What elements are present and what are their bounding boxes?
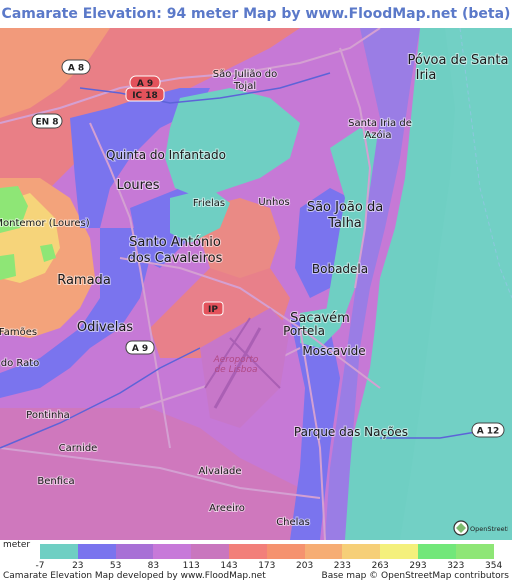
label-pontinha: Pontinha bbox=[26, 410, 70, 421]
svg-text:IC 18: IC 18 bbox=[132, 91, 158, 101]
label-sao-juliao-1: São Julião do bbox=[213, 69, 278, 80]
legend-swatch bbox=[191, 544, 229, 559]
label-povoa-2: Iria bbox=[416, 68, 437, 83]
label-chelas: Chelas bbox=[276, 517, 310, 528]
label-benfica: Benfica bbox=[37, 476, 74, 487]
label-ramada: Ramada bbox=[57, 273, 111, 288]
label-parque: Parque das Nações bbox=[294, 425, 408, 439]
label-sao-juliao-2: Tojal bbox=[233, 81, 256, 92]
openstreetmap-logo[interactable]: OpenStreetMap bbox=[452, 519, 508, 537]
label-bobadela: Bobadela bbox=[312, 262, 368, 276]
legend-unit: meter bbox=[3, 540, 31, 550]
legend-tick-label: 53 bbox=[109, 561, 122, 571]
legend-swatch bbox=[153, 544, 192, 559]
label-unhos: Unhos bbox=[258, 197, 289, 208]
map-title: Camarate Elevation: 94 meter Map by www.… bbox=[0, 0, 512, 28]
legend-tick-label: 233 bbox=[333, 561, 351, 571]
label-areeiro: Areeiro bbox=[209, 503, 245, 514]
label-airport-2: de Lisboa bbox=[214, 365, 257, 375]
terrain-green-2 bbox=[0, 254, 16, 280]
label-odivelas: Odivelas bbox=[77, 320, 133, 335]
legend-tick-label: 293 bbox=[409, 561, 427, 571]
shield-a9: A 9 bbox=[129, 75, 161, 90]
legend-tick-label: 23 bbox=[72, 561, 84, 571]
legend-credit-right: Base map © OpenStreetMap contributors bbox=[321, 571, 509, 581]
label-moscavide: Moscavide bbox=[302, 344, 365, 358]
map-canvas: A 8 A 9 IC 18 EN 8 IP A 9 A 12 Póvoa de … bbox=[0, 28, 512, 540]
label-carnide: Carnide bbox=[59, 443, 98, 454]
shield-a9-south: A 9 bbox=[125, 340, 155, 355]
legend-swatch bbox=[40, 544, 78, 559]
label-alvalade: Alvalade bbox=[198, 466, 241, 477]
label-sao-joao-1: São João da bbox=[307, 200, 383, 215]
legend-swatch bbox=[380, 544, 418, 559]
shield-a12: A 12 bbox=[471, 422, 505, 438]
svg-text:IP: IP bbox=[208, 305, 218, 315]
label-quinta: Quinta do Infantado bbox=[106, 148, 226, 162]
legend-swatch bbox=[304, 544, 343, 559]
shield-en8: EN 8 bbox=[31, 113, 63, 129]
legend-swatch bbox=[342, 544, 381, 559]
label-airport-1: Aeroporto bbox=[213, 355, 259, 365]
legend-swatch bbox=[417, 544, 456, 559]
legend-tick-label: -7 bbox=[35, 561, 45, 571]
legend-color-bar bbox=[40, 544, 494, 559]
osm-logo-text: OpenStreetMap bbox=[470, 525, 508, 533]
label-santa-iria-1: Santa Iria de bbox=[348, 118, 412, 129]
legend-tick-label: 143 bbox=[220, 561, 238, 571]
label-portela: Portela bbox=[283, 324, 325, 338]
legend-tick-label: 203 bbox=[296, 561, 314, 571]
label-povoa-1: Póvoa de Santa bbox=[408, 53, 509, 68]
legend-tick-label: 263 bbox=[371, 561, 389, 571]
legend-tick-label: 323 bbox=[447, 561, 465, 571]
legend-tick-label: 354 bbox=[485, 561, 503, 571]
label-do-rato: do Rato bbox=[1, 358, 40, 369]
svg-text:A 9: A 9 bbox=[132, 344, 148, 354]
label-frielas: Frielas bbox=[193, 198, 225, 209]
shield-ic18: IC 18 bbox=[125, 87, 165, 102]
label-santo-antonio-1: Santo António bbox=[129, 235, 221, 250]
legend-tick-label: 173 bbox=[258, 561, 276, 571]
shield-ip: IP bbox=[202, 301, 224, 316]
elevation-legend: meter -7 23 53 83 113 143 173 203 233 263 293 323 35… bbox=[0, 540, 512, 582]
svg-text:EN 8: EN 8 bbox=[35, 118, 58, 128]
legend-swatch bbox=[77, 544, 116, 559]
svg-text:A 8: A 8 bbox=[68, 64, 84, 74]
legend-swatch bbox=[266, 544, 305, 559]
label-santa-iria-2: Azóia bbox=[364, 129, 391, 141]
label-sao-joao-2: Talha bbox=[327, 216, 362, 231]
shield-a8: A 8 bbox=[61, 59, 91, 75]
label-montemor: Montemor (Loures) bbox=[0, 218, 90, 229]
legend-swatch bbox=[115, 544, 154, 559]
svg-text:A 12: A 12 bbox=[477, 427, 500, 437]
legend-swatch bbox=[228, 544, 267, 559]
legend-tick-label: 113 bbox=[182, 561, 200, 571]
legend-swatch bbox=[455, 544, 494, 559]
legend-tick-label: 83 bbox=[147, 561, 160, 571]
label-loures: Loures bbox=[116, 178, 159, 193]
label-famoes: Famões bbox=[0, 327, 37, 338]
elevation-map[interactable]: A 8 A 9 IC 18 EN 8 IP A 9 A 12 Póvoa de … bbox=[0, 28, 512, 540]
label-santo-antonio-2: dos Cavaleiros bbox=[128, 251, 223, 266]
legend-credit-left: Camarate Elevation Map developed by www.… bbox=[3, 571, 266, 581]
